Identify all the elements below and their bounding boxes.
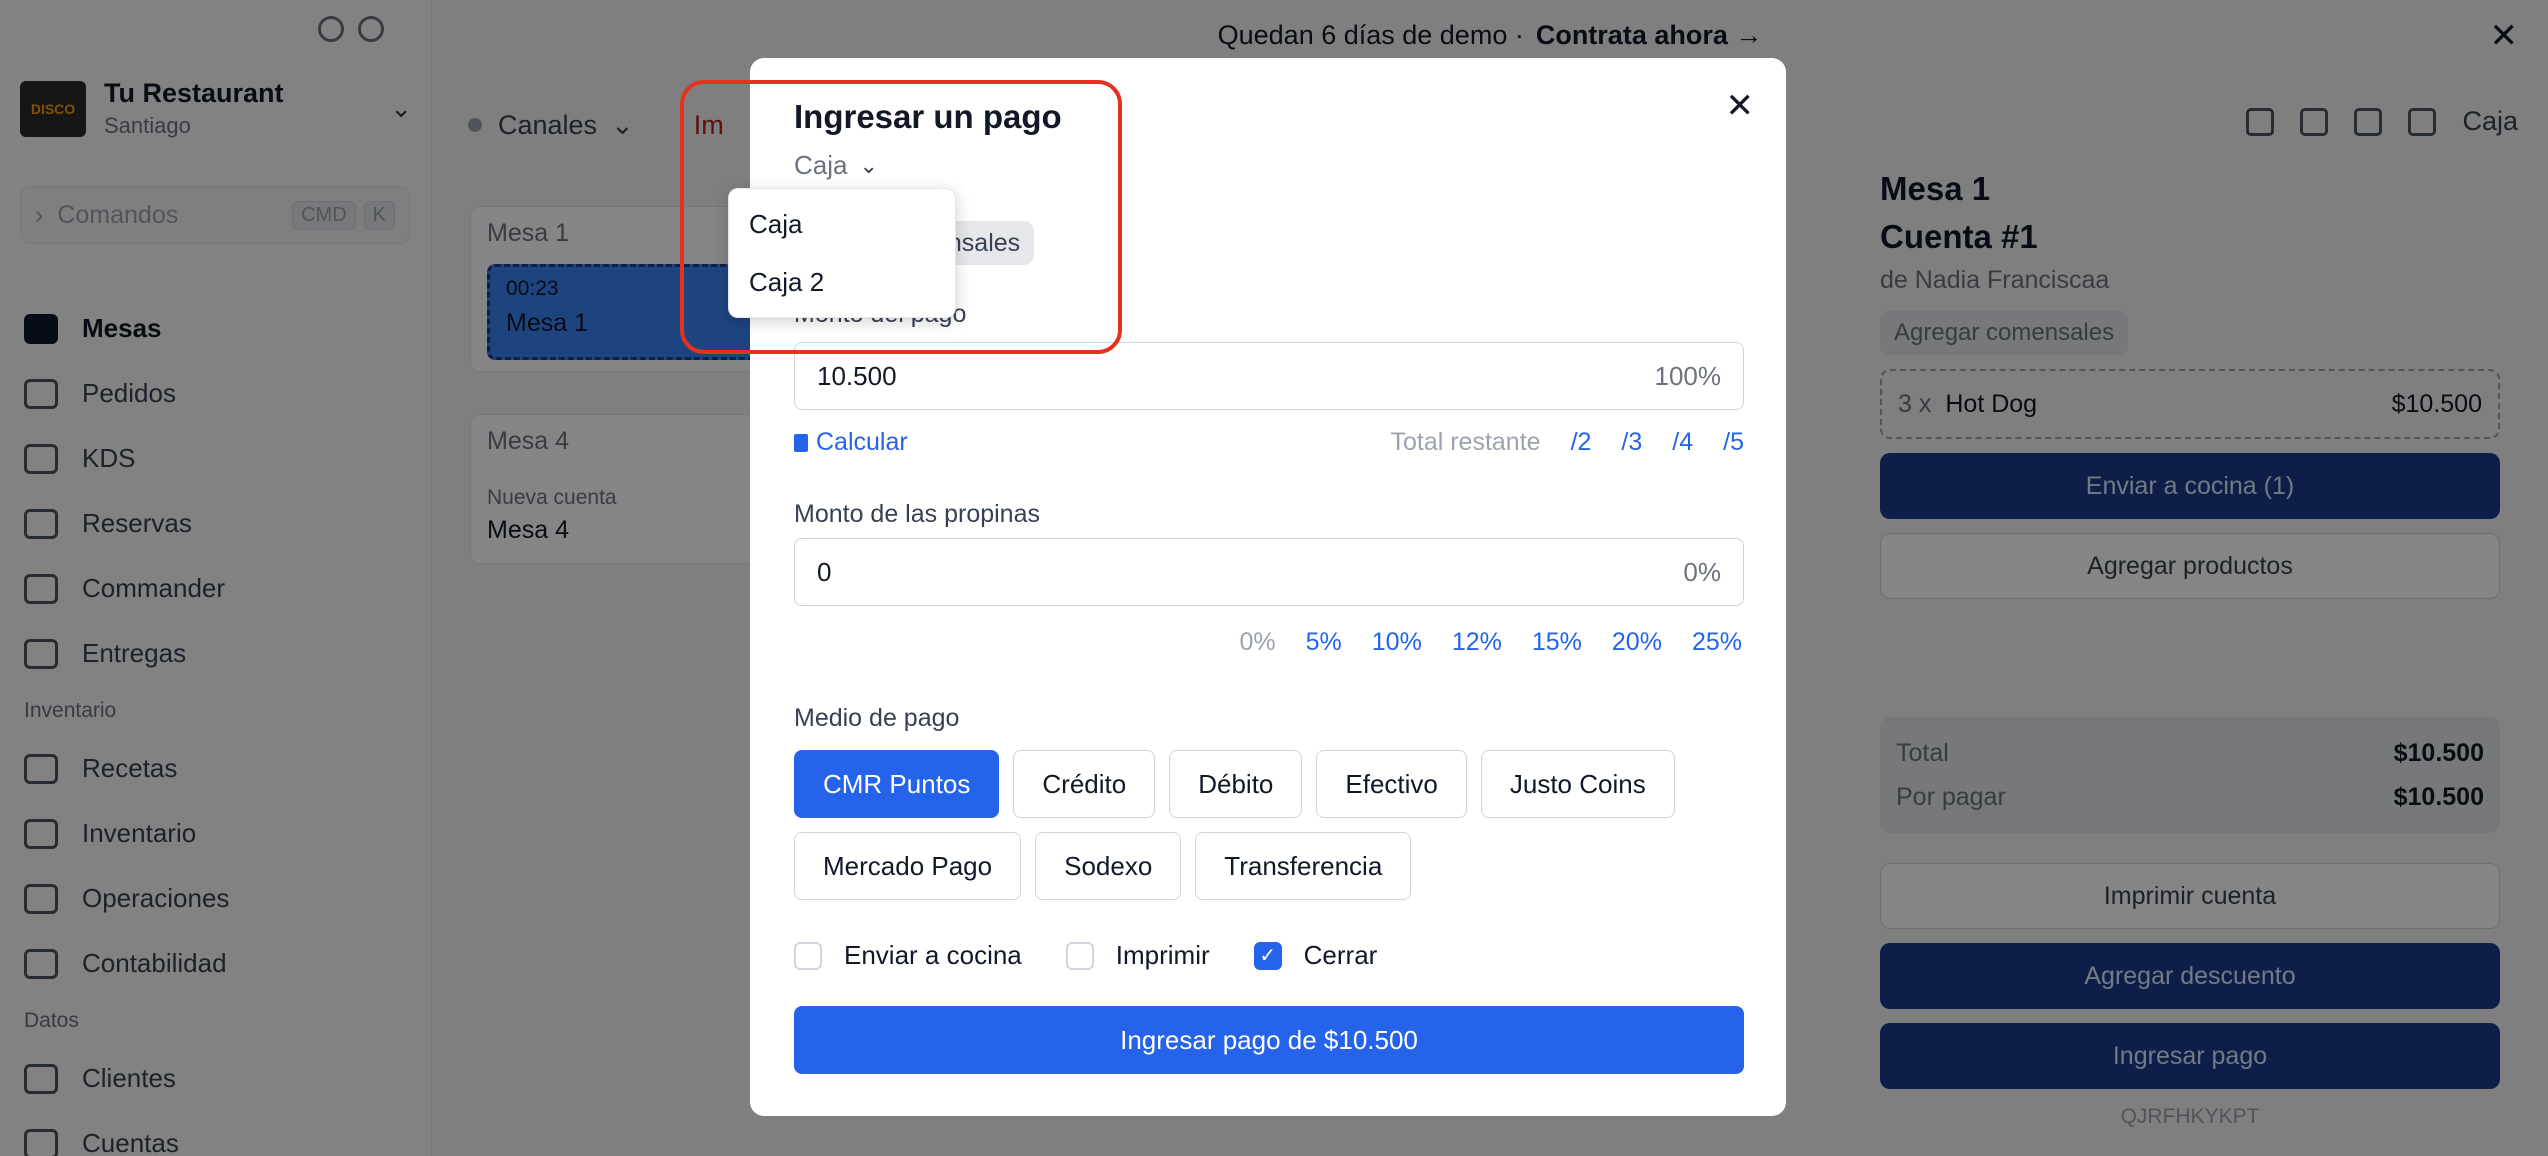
- split-4[interactable]: /4: [1672, 428, 1693, 457]
- split-5[interactable]: /5: [1723, 428, 1744, 457]
- close-label: Cerrar: [1303, 940, 1378, 970]
- tip-option-25[interactable]: 25%: [1692, 628, 1742, 657]
- close-icon[interactable]: ✕: [1726, 86, 1755, 126]
- print-checkbox[interactable]: Imprimir: [1065, 940, 1210, 971]
- send-kitchen-label: Enviar a cocina: [844, 940, 1022, 970]
- print-label: Imprimir: [1115, 940, 1210, 970]
- tips-value: 0: [817, 556, 832, 587]
- tip-option-5[interactable]: 5%: [1306, 628, 1342, 657]
- amount-percent: 100%: [1654, 360, 1722, 391]
- calculator-icon: [794, 433, 808, 452]
- payment-methods: CMR Puntos Crédito Débito Efectivo Justo…: [794, 750, 1754, 900]
- close-checkbox[interactable]: ✓ Cerrar: [1253, 940, 1378, 971]
- tip-options: 0% 5% 10% 12% 15% 20% 25%: [1239, 628, 1742, 657]
- tip-option-0[interactable]: 0%: [1239, 628, 1275, 657]
- method-cmr-puntos[interactable]: CMR Puntos: [794, 750, 1000, 818]
- method-credito[interactable]: Crédito: [1013, 750, 1156, 818]
- send-kitchen-checkbox[interactable]: Enviar a cocina: [794, 940, 1022, 971]
- highlight-annotation: [680, 80, 1122, 354]
- tip-option-15[interactable]: 15%: [1532, 628, 1582, 657]
- method-efectivo[interactable]: Efectivo: [1316, 750, 1467, 818]
- calculate-button[interactable]: Calcular: [794, 428, 908, 457]
- check-icon: ✓: [1253, 941, 1282, 970]
- payment-method-label: Medio de pago: [794, 704, 960, 732]
- remaining-label: Total restante: [1390, 428, 1541, 456]
- method-sodexo[interactable]: Sodexo: [1035, 832, 1182, 900]
- calc-row: Calcular Total restante /2 /3 /4 /5: [794, 428, 1744, 457]
- options-row: Enviar a cocina Imprimir ✓ Cerrar: [794, 940, 1421, 971]
- tips-label: Monto de las propinas: [794, 500, 1040, 528]
- submit-payment-button[interactable]: Ingresar pago de $10.500: [794, 1006, 1744, 1074]
- calculate-label: Calcular: [816, 428, 908, 456]
- tips-input[interactable]: 0 0%: [794, 538, 1744, 606]
- tip-option-10[interactable]: 10%: [1372, 628, 1422, 657]
- method-justo-coins[interactable]: Justo Coins: [1480, 750, 1675, 818]
- method-debito[interactable]: Débito: [1169, 750, 1303, 818]
- tip-option-12[interactable]: 12%: [1452, 628, 1502, 657]
- method-mercado-pago[interactable]: Mercado Pago: [794, 832, 1022, 900]
- split-2[interactable]: /2: [1571, 428, 1592, 457]
- tips-percent: 0%: [1683, 556, 1721, 587]
- split-3[interactable]: /3: [1621, 428, 1642, 457]
- method-transferencia[interactable]: Transferencia: [1195, 832, 1412, 900]
- checkbox-icon: [1065, 941, 1094, 970]
- amount-value: 10.500: [817, 360, 897, 391]
- checkbox-icon: [794, 941, 822, 970]
- tip-option-20[interactable]: 20%: [1612, 628, 1662, 657]
